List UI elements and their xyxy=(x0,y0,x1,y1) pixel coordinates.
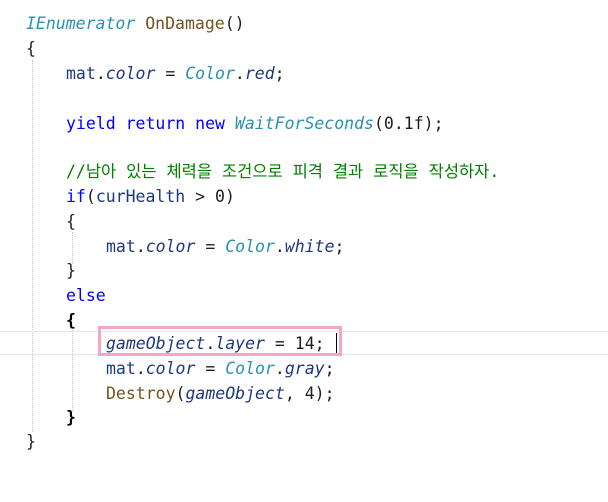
token-brace: } xyxy=(66,261,76,280)
token-dot: . xyxy=(274,237,285,256)
token-dot: . xyxy=(135,237,146,256)
token-brace: { xyxy=(26,39,36,58)
highlight-annotation-box xyxy=(98,326,342,356)
code-line-1[interactable]: IEnumerator OnDamage() xyxy=(0,12,608,36)
token-property: color xyxy=(145,359,196,378)
token-dot: . xyxy=(234,64,245,83)
token-semicolon: ; xyxy=(274,64,285,83)
token-type: IEnumerator xyxy=(26,14,136,33)
code-line-16[interactable]: } xyxy=(0,430,608,454)
code-line-5[interactable]: //남아 있는 체력을 조건으로 피격 결과 로직을 작성하자. xyxy=(0,160,608,184)
token-brace: { xyxy=(66,311,76,330)
token-keyword: else xyxy=(66,286,106,305)
code-line-13[interactable]: mat.color = Color.gray; xyxy=(0,357,608,381)
token-arguments: (0.1f); xyxy=(373,114,444,133)
token-variable: mat xyxy=(66,64,96,83)
code-editor[interactable]: IEnumerator OnDamage() { mat.color = Col… xyxy=(0,0,608,461)
code-line-3[interactable]: mat.color = Color.red; xyxy=(0,62,608,86)
token-condition: > 0) xyxy=(185,187,235,206)
code-line-6[interactable]: if(curHealth > 0) xyxy=(0,185,608,209)
token-semicolon: ; xyxy=(334,237,345,256)
token-brace: { xyxy=(66,212,76,231)
token-type: Color xyxy=(225,359,275,378)
token-operator: = xyxy=(155,64,186,83)
token-type: WaitForSeconds xyxy=(234,114,374,133)
token-arguments: , 4); xyxy=(284,384,335,403)
code-comment: //남아 있는 체력을 조건으로 피격 결과 로직을 작성하자. xyxy=(66,162,500,181)
code-line-15[interactable]: } xyxy=(0,406,608,430)
code-line-7[interactable]: { xyxy=(0,210,608,234)
token-operator: = xyxy=(195,359,226,378)
token-semicolon: ; xyxy=(324,359,335,378)
token-variable: mat xyxy=(106,359,136,378)
token-property: color xyxy=(105,64,156,83)
code-line-4[interactable]: yield return new WaitForSeconds(0.1f); xyxy=(0,112,608,136)
token-keyword: yield xyxy=(66,114,116,133)
token-type: Color xyxy=(225,237,275,256)
text-caret xyxy=(336,333,337,353)
token-dot: . xyxy=(274,359,285,378)
token-property: gray xyxy=(284,359,325,378)
code-line-8[interactable]: mat.color = Color.white; xyxy=(0,235,608,259)
token-paren: ( xyxy=(175,384,186,403)
token-parens: () xyxy=(224,14,245,33)
code-line-9[interactable]: } xyxy=(0,259,608,283)
token-operator: = xyxy=(195,237,226,256)
token-brace: } xyxy=(66,408,76,427)
token-brace: } xyxy=(26,432,36,451)
code-line-10[interactable]: else xyxy=(0,284,608,308)
token-dot: . xyxy=(135,359,146,378)
token-property: white xyxy=(284,237,335,256)
token-variable: mat xyxy=(106,237,136,256)
token-method-name: OnDamage xyxy=(145,14,225,33)
token-keyword: return xyxy=(125,114,186,133)
token-property: color xyxy=(145,237,196,256)
token-type: Color xyxy=(185,64,235,83)
code-line-2[interactable]: { xyxy=(0,37,608,61)
token-method-name: Destroy xyxy=(106,384,176,403)
token-keyword: new xyxy=(195,114,225,133)
token-property: red xyxy=(244,64,275,83)
token-paren: ( xyxy=(85,187,96,206)
token-property: gameObject xyxy=(185,384,285,403)
token-variable: curHealth xyxy=(95,187,186,206)
code-line-14[interactable]: Destroy(gameObject, 4); xyxy=(0,382,608,406)
token-keyword: if xyxy=(66,187,86,206)
token-dot: . xyxy=(95,64,106,83)
